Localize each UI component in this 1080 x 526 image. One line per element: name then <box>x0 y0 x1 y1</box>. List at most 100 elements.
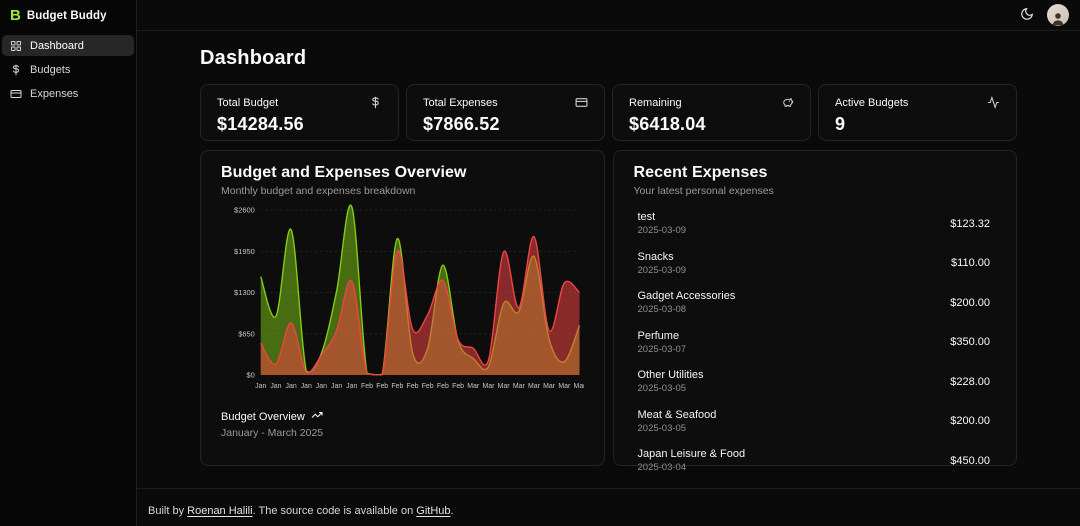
app-logo[interactable]: B Budget Buddy <box>0 0 136 31</box>
svg-text:Feb: Feb <box>376 383 388 390</box>
expense-row[interactable]: Meat & Seafood 2025-03-05 $200.00 <box>634 409 997 434</box>
overview-footer: Budget Overview January - March 2025 <box>221 409 584 440</box>
expense-amount: $123.32 <box>950 217 990 230</box>
recent-expenses-title: Recent Expenses <box>633 164 768 181</box>
expense-date: 2025-03-05 <box>637 422 687 434</box>
dashboard-content: Dashboard Total Budget $14284.56 Total E… <box>137 31 1080 488</box>
svg-text:Mar: Mar <box>574 383 584 390</box>
sidebar-item-budgets[interactable]: Budgets <box>2 59 134 80</box>
activity-icon <box>987 96 1000 109</box>
svg-text:Mar: Mar <box>513 383 526 390</box>
svg-text:Feb: Feb <box>422 383 434 390</box>
svg-text:$1300: $1300 <box>234 288 255 297</box>
sidebar-item-label: Budgets <box>30 63 71 76</box>
stat-card-active-budgets: Active Budgets 9 <box>818 84 1017 141</box>
svg-text:Jan: Jan <box>255 383 266 390</box>
author-link[interactable]: Roenan Halili <box>187 505 252 517</box>
overview-footer-period: January - March 2025 <box>221 427 324 439</box>
sidebar-item-expenses[interactable]: Expenses <box>2 83 134 104</box>
svg-text:Feb: Feb <box>407 383 419 390</box>
expense-name: Perfume <box>637 329 680 342</box>
app-root: B Budget Buddy Dashboard Budgets Expense… <box>0 0 1080 526</box>
svg-text:Mar: Mar <box>558 383 571 390</box>
svg-text:Mar: Mar <box>482 383 495 390</box>
stat-label: Active Budgets <box>835 96 909 109</box>
layout-grid-icon <box>10 40 22 52</box>
expense-name: Meat & Seafood <box>637 408 717 421</box>
expense-row[interactable]: Snacks 2025-03-09 $110.00 <box>634 251 997 276</box>
dollar-sign-icon <box>369 96 382 109</box>
expense-row[interactable]: Gadget Accessories 2025-03-08 $200.00 <box>634 290 997 315</box>
stat-cards: Total Budget $14284.56 Total Expenses $7… <box>200 84 1017 141</box>
svg-text:$1950: $1950 <box>234 247 255 256</box>
svg-text:Jan: Jan <box>331 383 342 390</box>
main-column: Dashboard Total Budget $14284.56 Total E… <box>137 0 1080 526</box>
expense-name: test <box>637 211 656 223</box>
expense-name: Japan Leisure & Food <box>637 448 746 460</box>
recent-expenses-subtitle: Your latest personal expenses <box>633 185 774 197</box>
expense-date: 2025-03-09 <box>637 264 687 276</box>
sidebar-item-dashboard[interactable]: Dashboard <box>2 35 134 56</box>
svg-text:Feb: Feb <box>361 383 373 390</box>
svg-text:Feb: Feb <box>437 383 449 390</box>
page-footer: Built by Roenan Halili. The source code … <box>137 488 1080 526</box>
footer-text: Built by <box>148 505 188 517</box>
expense-row[interactable]: Perfume 2025-03-07 $350.00 <box>634 330 997 355</box>
overview-title: Budget and Expenses Overview <box>221 164 467 181</box>
stat-value: 9 <box>835 114 846 134</box>
expense-date: 2025-03-04 <box>637 462 687 473</box>
expense-amount: $200.00 <box>950 415 990 427</box>
piggy-bank-icon <box>781 96 794 109</box>
expense-row[interactable]: test 2025-03-09 $123.32 <box>634 211 997 236</box>
svg-text:Mar: Mar <box>467 383 480 390</box>
expense-row[interactable]: Other Utilities 2025-03-05 $228.00 <box>634 369 997 394</box>
trending-up-icon <box>311 409 323 424</box>
overview-subtitle: Monthly budget and expenses breakdown <box>221 185 416 197</box>
svg-text:Feb: Feb <box>391 383 403 390</box>
credit-card-icon <box>575 96 588 109</box>
person-icon <box>1052 13 1064 26</box>
expense-amount: $350.00 <box>950 336 990 348</box>
stat-card-remaining: Remaining $6418.04 <box>612 84 811 141</box>
theme-toggle-button[interactable] <box>1018 5 1036 26</box>
credit-card-icon <box>10 88 22 100</box>
expense-name: Snacks <box>637 250 674 263</box>
expense-amount: $200.00 <box>950 296 990 309</box>
svg-text:$0: $0 <box>246 371 254 380</box>
svg-text:Jan: Jan <box>301 383 312 390</box>
expense-name: Gadget Accessories <box>637 290 736 302</box>
svg-text:Jan: Jan <box>346 383 357 390</box>
app-title: Budget Buddy <box>26 9 107 22</box>
footer-text: . The source code is available on <box>252 505 417 517</box>
stat-value: $6418.04 <box>629 114 706 134</box>
github-link[interactable]: GitHub <box>416 505 450 517</box>
stat-label: Total Expenses <box>423 96 498 109</box>
expense-amount: $228.00 <box>950 375 990 388</box>
svg-text:Jan: Jan <box>316 383 327 390</box>
svg-text:$650: $650 <box>238 329 255 338</box>
sidebar-item-label: Dashboard <box>30 39 84 52</box>
stat-label: Remaining <box>629 96 682 109</box>
stat-card-total-expenses: Total Expenses $7866.52 <box>406 84 605 141</box>
expense-date: 2025-03-08 <box>637 304 687 315</box>
sidebar-nav: Dashboard Budgets Expenses <box>0 35 136 104</box>
expense-amount: $450.00 <box>950 454 990 467</box>
dashboard-panels: Budget and Expenses Overview Monthly bud… <box>200 150 1017 473</box>
svg-text:Mar: Mar <box>528 383 541 390</box>
user-avatar[interactable] <box>1047 4 1069 26</box>
moon-icon <box>1020 7 1034 24</box>
stat-card-total-budget: Total Budget $14284.56 <box>200 84 399 141</box>
topbar <box>137 0 1080 31</box>
svg-text:$2600: $2600 <box>234 206 255 215</box>
expense-list: test 2025-03-09 $123.32 Snacks 2025-03-0… <box>634 211 997 473</box>
svg-text:Jan: Jan <box>286 383 297 390</box>
sidebar: B Budget Buddy Dashboard Budgets Expense… <box>0 0 137 526</box>
footer-text: . <box>450 505 454 517</box>
page-title: Dashboard <box>200 47 307 69</box>
dollar-sign-icon <box>10 64 22 76</box>
expense-row[interactable]: Japan Leisure & Food 2025-03-04 $450.00 <box>634 448 997 473</box>
expense-amount: $110.00 <box>951 257 990 269</box>
overview-chart: $0 $650 $1300 $1950 $2600 Jan Jan Jan Jan Jan Jan J… <box>234 204 584 390</box>
svg-text:Jan: Jan <box>270 383 281 390</box>
overview-footer-label: Budget Overview <box>221 410 305 423</box>
